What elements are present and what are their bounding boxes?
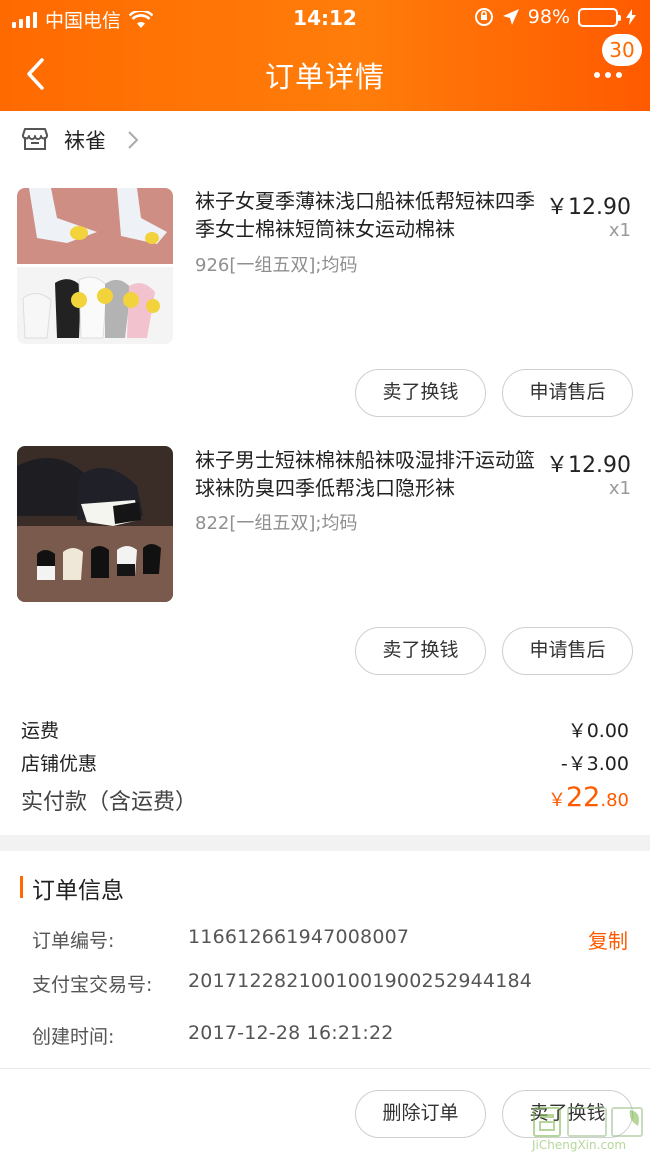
message-count-badge[interactable]: 30	[602, 34, 642, 66]
after-sale-button[interactable]: 申请售后	[502, 369, 633, 417]
battery-percent: 98%	[527, 6, 570, 28]
total-currency: ￥	[548, 790, 566, 811]
total-decimal: .80	[600, 790, 629, 811]
section-accent-bar	[20, 876, 23, 898]
chevron-right-icon	[128, 131, 139, 149]
header-bar: 中国电信 14:12 98% 订单详情 30	[0, 0, 650, 111]
shipping-row: 运费 ￥0.00	[21, 716, 629, 743]
discount-row: 店铺优惠 -￥3.00	[21, 749, 629, 776]
alipay-trade-value: 2017122821001001900252944184	[188, 970, 533, 992]
discount-value: -￥3.00	[560, 753, 629, 775]
sell-for-cash-button[interactable]: 卖了换钱	[355, 627, 486, 675]
footer-divider	[0, 1068, 650, 1069]
delete-order-button[interactable]: 删除订单	[355, 1090, 486, 1138]
product-spec: 822[一组五双];均码	[195, 513, 358, 534]
site-watermark: JiChengXin.com	[530, 1104, 648, 1154]
product-quantity: x1	[608, 220, 631, 241]
page-title: 订单详情	[264, 60, 385, 94]
copy-order-number-button[interactable]: 复制	[588, 925, 628, 954]
status-bar: 中国电信 14:12 98%	[0, 0, 650, 36]
alipay-trade-label: 支付宝交易号:	[32, 974, 153, 996]
more-dots-icon	[594, 72, 622, 78]
created-time-label: 创建时间:	[32, 1026, 115, 1048]
order-info-title: 订单信息	[32, 878, 124, 904]
charging-icon	[626, 9, 636, 25]
order-number-value: 116612661947008007	[188, 926, 410, 948]
shipping-value: ￥0.00	[567, 720, 629, 742]
location-icon	[502, 9, 519, 25]
battery-icon	[578, 7, 621, 27]
shop-row[interactable]: 袜雀	[0, 111, 650, 169]
product-price: ￥12.90	[546, 453, 631, 478]
product-image[interactable]	[17, 446, 173, 602]
orientation-lock-icon	[474, 8, 493, 26]
product-title[interactable]: 袜子男士短袜棉袜船袜吸湿排汗运动篮球袜防臭四季低帮浅口隐形袜	[195, 446, 545, 502]
product-price: ￥12.90	[546, 195, 631, 220]
discount-label: 店铺优惠	[21, 753, 98, 775]
sell-for-cash-button[interactable]: 卖了换钱	[355, 369, 486, 417]
product-title[interactable]: 袜子女夏季薄袜浅口船袜低帮短袜四季季女士棉袜短筒袜女运动棉袜	[195, 187, 545, 243]
after-sale-button[interactable]: 申请售后	[502, 627, 633, 675]
total-label: 实付款（含运费）	[21, 790, 198, 815]
total-integer: 22	[566, 782, 601, 813]
shop-icon	[22, 128, 48, 150]
created-time-value: 2017-12-28 16:21:22	[188, 1022, 394, 1044]
shipping-label: 运费	[21, 720, 60, 742]
shop-name[interactable]: 袜雀	[64, 125, 106, 155]
product-quantity: x1	[608, 478, 631, 499]
total-amount: ￥22.80	[548, 782, 629, 813]
product-image[interactable]	[17, 188, 173, 344]
watermark-text: JiChengXin.com	[532, 1138, 627, 1152]
watermark-logo-icon	[533, 1107, 643, 1137]
section-divider	[0, 835, 650, 851]
order-number-label: 订单编号:	[32, 930, 115, 952]
product-spec: 926[一组五双];均码	[195, 255, 358, 276]
